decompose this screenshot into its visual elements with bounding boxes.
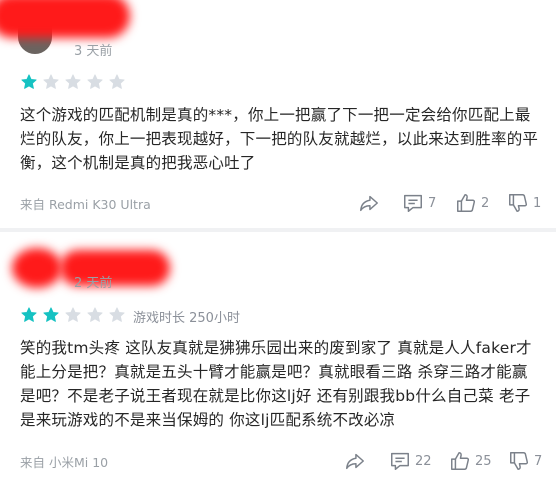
- star-rating: [20, 306, 126, 324]
- share-button[interactable]: [358, 188, 380, 218]
- review-footer: 来自 Redmi K30 Ultra 7 2 1: [0, 188, 556, 218]
- comment-count: 7: [428, 195, 437, 211]
- dislike-count: 7: [534, 453, 543, 469]
- review-time: 2 天前: [74, 276, 113, 291]
- star-empty-icon: [86, 73, 104, 91]
- review-card: 2 天前 游戏时长 250小时 笑的我tm头疼 这队友真就是狒狒乐园出来的废到家…: [0, 232, 556, 492]
- share-icon: [344, 450, 366, 472]
- thumbs-down-icon: [508, 450, 530, 472]
- like-count: 25: [475, 453, 492, 469]
- comment-count: 22: [415, 453, 432, 469]
- user-header: 3 天前: [0, 0, 300, 60]
- review-footer: 来自 小米Mi 10 22 25 7: [0, 446, 556, 476]
- star-filled-icon: [20, 306, 38, 324]
- star-empty-icon: [108, 306, 126, 324]
- dislike-button[interactable]: 1: [507, 188, 541, 218]
- star-empty-icon: [64, 306, 82, 324]
- review-time: 3 天前: [74, 44, 113, 59]
- playtime-label: 游戏时长 250小时: [133, 311, 240, 326]
- star-empty-icon: [86, 306, 104, 324]
- redacted-username: [0, 0, 130, 38]
- star-empty-icon: [64, 73, 82, 91]
- star-empty-icon: [42, 73, 60, 91]
- device-label: 来自 Redmi K30 Ultra: [20, 197, 151, 212]
- share-icon: [358, 192, 380, 214]
- review-card: 3 天前 这个游戏的匹配机制是真的***，你上一把赢了下一把一定会给你匹配上最烂…: [0, 0, 556, 228]
- redacted-avatar: [12, 248, 62, 288]
- device-label: 来自 小米Mi 10: [20, 455, 109, 470]
- share-button[interactable]: [344, 446, 366, 476]
- dislike-button[interactable]: 7: [508, 446, 542, 476]
- review-content: 这个游戏的匹配机制是真的***，你上一把赢了下一把一定会给你匹配上最烂的队友，你…: [20, 106, 539, 172]
- star-filled-icon: [42, 306, 60, 324]
- user-header: 2 天前: [0, 232, 300, 292]
- comment-button[interactable]: 7: [402, 188, 436, 218]
- thumbs-up-icon: [449, 450, 471, 472]
- like-count: 2: [481, 195, 490, 211]
- thumbs-down-icon: [507, 192, 529, 214]
- dislike-count: 1: [533, 195, 542, 211]
- star-rating: [20, 73, 126, 91]
- comment-icon: [389, 450, 411, 472]
- like-button[interactable]: 2: [455, 188, 489, 218]
- star-empty-icon: [108, 73, 126, 91]
- star-filled-icon: [20, 73, 38, 91]
- comment-button[interactable]: 22: [389, 446, 432, 476]
- thumbs-up-icon: [455, 192, 477, 214]
- comment-icon: [402, 192, 424, 214]
- like-button[interactable]: 25: [449, 446, 492, 476]
- review-content: 笑的我tm头疼 这队友真就是狒狒乐园出来的废到家了 真就是人人faker才能上分…: [20, 339, 532, 429]
